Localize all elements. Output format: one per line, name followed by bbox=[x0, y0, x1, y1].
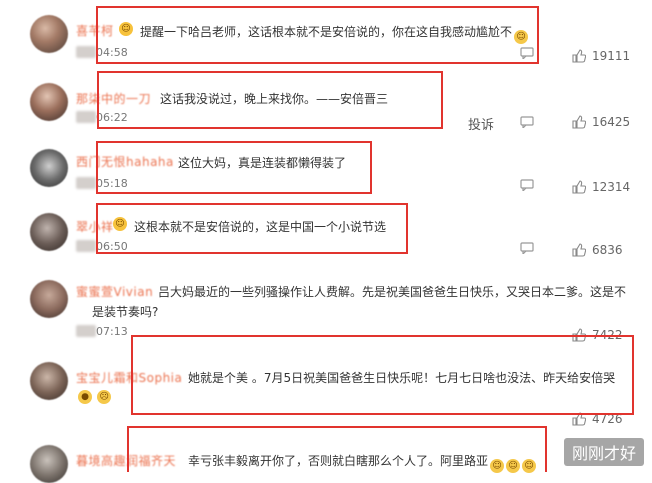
watermark: 刚刚才好 bbox=[563, 438, 644, 466]
cry-emoji-icon: ☹ bbox=[97, 390, 112, 404]
thumb-up-icon bbox=[572, 243, 586, 257]
comment-bubble-icon[interactable] bbox=[520, 242, 534, 254]
highlight-box bbox=[96, 203, 408, 254]
comment-bubble-icon[interactable] bbox=[520, 179, 534, 191]
like-count: 19111 bbox=[592, 49, 631, 63]
avatar[interactable] bbox=[30, 280, 68, 318]
like-button[interactable]: 12314 bbox=[572, 180, 630, 194]
time-prefix bbox=[76, 240, 96, 252]
highlight-box bbox=[131, 335, 634, 415]
highlight-box bbox=[127, 426, 547, 472]
avatar[interactable] bbox=[30, 149, 68, 187]
thumb-up-icon bbox=[572, 49, 586, 63]
like-button[interactable]: 16425 bbox=[572, 115, 630, 129]
like-count: 16425 bbox=[592, 115, 631, 129]
time-prefix bbox=[76, 46, 96, 58]
comment-text-line-1: 吕大妈最近的一些列骚操作让人费解。先是祝美国爸爸生日快乐，又哭日本二爹。这是不 bbox=[158, 285, 627, 299]
time-prefix bbox=[76, 325, 96, 337]
avatar[interactable] bbox=[30, 83, 68, 121]
comment-time: 07:13 bbox=[96, 325, 128, 338]
emoji-row: ● ☹ bbox=[76, 388, 112, 404]
comment-text-line-2: 是装节奏吗? bbox=[92, 305, 159, 319]
highlight-box bbox=[96, 141, 372, 194]
highlight-box bbox=[96, 6, 539, 64]
avatar[interactable] bbox=[30, 15, 68, 53]
highlight-box bbox=[97, 71, 443, 129]
like-button[interactable]: 6836 bbox=[572, 243, 623, 257]
thumb-up-icon bbox=[572, 115, 586, 129]
commenter-name[interactable]: 蜜蜜萱Vivian bbox=[76, 283, 153, 300]
report-button[interactable]: 投诉 bbox=[468, 114, 494, 133]
time-prefix bbox=[76, 177, 96, 189]
like-count: 12314 bbox=[592, 180, 631, 194]
avatar[interactable] bbox=[30, 362, 68, 400]
avatar[interactable] bbox=[30, 445, 68, 483]
like-button[interactable]: 19111 bbox=[572, 49, 630, 63]
dog-emoji-icon: ● bbox=[78, 390, 92, 404]
comment-bubble-icon[interactable] bbox=[520, 116, 534, 128]
like-count: 6836 bbox=[592, 243, 623, 257]
time-prefix bbox=[76, 111, 96, 123]
avatar[interactable] bbox=[30, 213, 68, 251]
thumb-up-icon bbox=[572, 180, 586, 194]
